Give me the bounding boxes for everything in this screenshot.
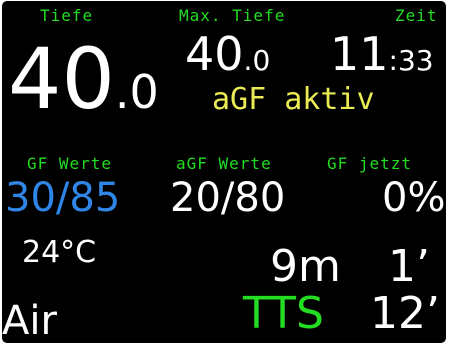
gf-values: 30/85 bbox=[5, 175, 121, 221]
agf-status: aGF aktiv bbox=[212, 82, 375, 117]
dive-computer-screen: Tiefe Max. Tiefe Zeit 40.0 40.0 11:33 aG… bbox=[2, 1, 446, 343]
stop-depth: 9m bbox=[270, 241, 341, 292]
gf-current: 0% bbox=[382, 175, 446, 221]
current-depth-decimal: .0 bbox=[114, 65, 159, 119]
agf-values-label: aGF Werte bbox=[176, 154, 272, 173]
max-depth-value: 40.0 bbox=[185, 31, 270, 77]
gf-values-label: GF Werte bbox=[27, 154, 113, 173]
max-depth-decimal: .0 bbox=[243, 44, 271, 77]
tts-label: TTS bbox=[243, 288, 324, 339]
agf-values: 20/80 bbox=[170, 175, 286, 221]
dive-time-minutes: 11 bbox=[330, 27, 389, 81]
current-depth: 40.0 bbox=[8, 37, 159, 121]
stop-time: 1’ bbox=[388, 241, 430, 292]
dive-time: 11:33 bbox=[330, 31, 434, 77]
current-depth-integer: 40 bbox=[8, 30, 115, 128]
tts-value: 12’ bbox=[370, 288, 440, 339]
temperature: 24°C bbox=[22, 235, 97, 270]
max-depth-integer: 40 bbox=[185, 27, 244, 81]
depth-label: Tiefe bbox=[40, 6, 94, 25]
dive-time-seconds: :33 bbox=[388, 44, 434, 77]
gas-mix: Air bbox=[2, 298, 57, 343]
time-label: Zeit bbox=[395, 6, 438, 25]
max-depth-label: Max. Tiefe bbox=[179, 6, 286, 25]
gf-now-label: GF jetzt bbox=[327, 154, 413, 173]
